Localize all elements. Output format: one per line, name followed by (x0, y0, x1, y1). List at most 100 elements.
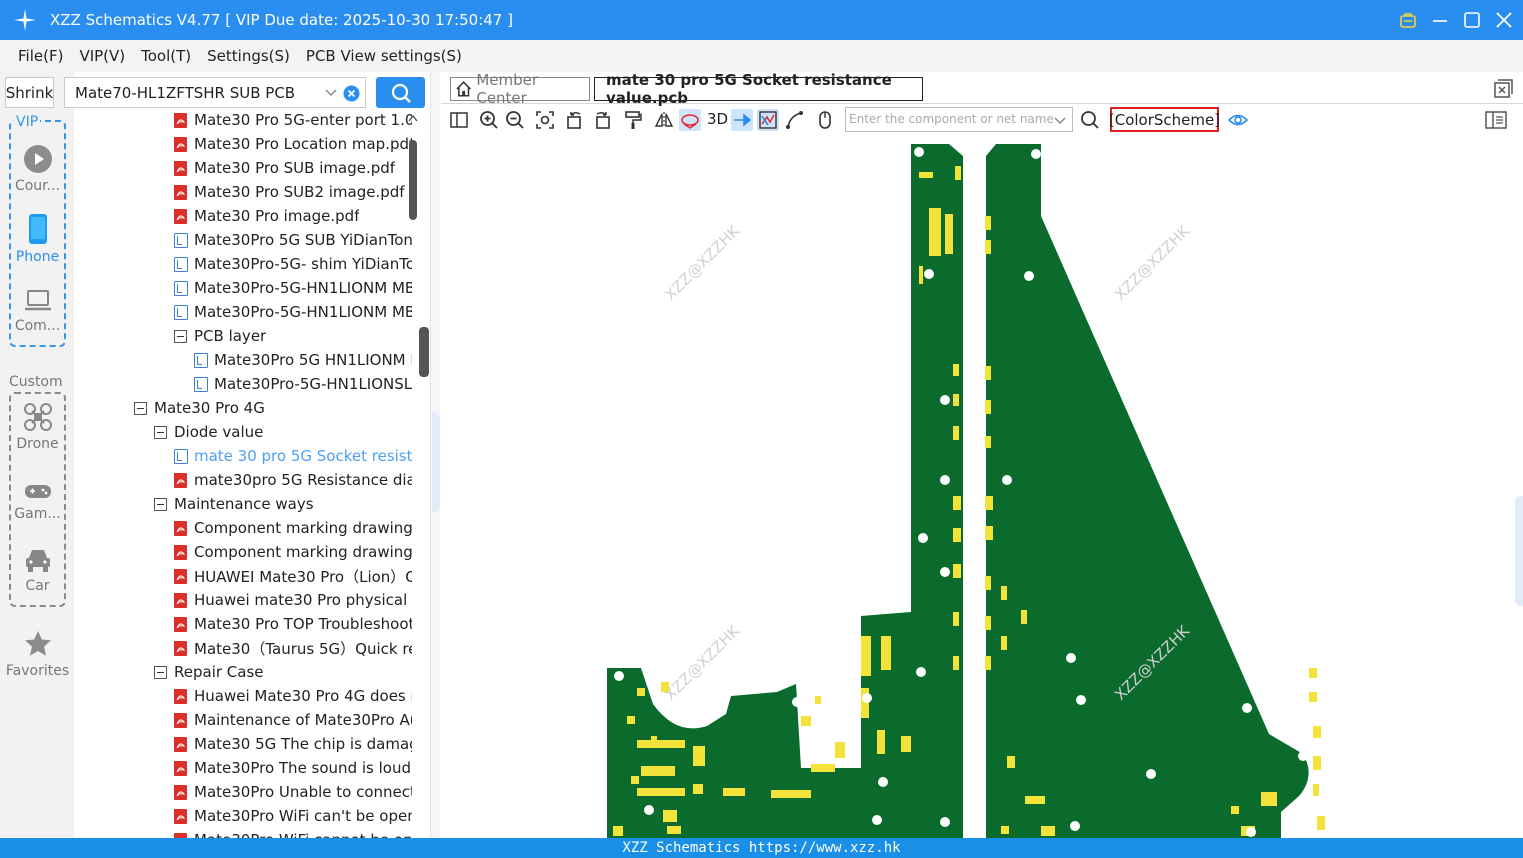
tree-item-label: Mate30（Taurus 5G）Quick rep (194, 639, 412, 658)
side-panel-icon[interactable] (1485, 109, 1507, 131)
menu-pcb-view-settings[interactable]: PCB View settings(S) (298, 47, 470, 65)
watermark: XZZ@XZZHK (1111, 221, 1194, 304)
component-search-icon[interactable] (1079, 109, 1101, 131)
net-view-icon[interactable] (757, 109, 779, 131)
zoom-out-icon[interactable] (504, 109, 526, 131)
fit-view-icon[interactable] (534, 109, 556, 131)
close-all-tabs-icon[interactable] (1493, 79, 1513, 99)
collapse-icon[interactable] (154, 497, 167, 511)
flip-board-icon[interactable] (679, 109, 701, 131)
chevron-down-icon[interactable] (323, 84, 339, 100)
menu-vip[interactable]: VIP(V) (71, 47, 133, 65)
tree-folder[interactable]: Maintenance ways (154, 492, 412, 516)
tree-file[interactable]: Mate30 Pro SUB2 image.pdf (174, 180, 412, 204)
pcb-canvas[interactable]: XZZ@XZZHK XZZ@XZZHK XZZ@XZZHK XZZ@XZZHK (441, 136, 1523, 838)
tree-file[interactable]: Maintenance of Mate30Pro Aut (174, 708, 412, 732)
tree-file[interactable]: Mate30Pro-5G-HN1LIONSLF (194, 372, 412, 396)
collapse-icon[interactable] (174, 329, 187, 343)
tree-file[interactable]: mate30pro 5G Resistance diagra (174, 468, 412, 492)
tree-file[interactable]: Mate30Pro WiFi cannot be ope (174, 828, 412, 838)
zoom-in-icon[interactable] (478, 109, 500, 131)
tree-folder[interactable]: PCB layer (174, 324, 412, 348)
mouse-mode-icon[interactable] (814, 109, 836, 131)
tree-file[interactable]: Mate30 Pro TOP Troubleshootin (174, 612, 412, 636)
tree-scrollbar-thumb[interactable] (409, 140, 417, 220)
tree-file[interactable]: Mate30 Pro SUB image.pdf (174, 156, 412, 180)
mounting-hole (1146, 769, 1156, 779)
sidebar-item-label: Cour... (14, 178, 61, 194)
tree-file[interactable]: HUAWEI Mate30 Pro（Lion）Qu (174, 564, 412, 588)
sidebar-item-phone[interactable]: Phone (9, 213, 66, 265)
tree-item-label: Maintenance of Mate30Pro Aut (194, 711, 412, 729)
sidebar-item-courses[interactable]: Cour... (9, 144, 66, 194)
right-panel-grip[interactable] (1515, 496, 1523, 606)
tree-file[interactable]: Mate30（Taurus 5G）Quick rep (174, 636, 412, 660)
tree-folder[interactable]: Diode value (154, 420, 412, 444)
model-search-box[interactable]: Mate70-HL1ZFTSHR SUB PCB (64, 77, 366, 108)
tree-file[interactable]: Mate30Pro The sound is loud a (174, 756, 412, 780)
close-button[interactable] (1495, 11, 1513, 29)
tree-file[interactable]: Mate30Pro-5G- shim YiDianTor (174, 252, 412, 276)
tree-file[interactable]: Component marking drawing_M (174, 540, 412, 564)
shrink-button[interactable]: Shrink (5, 77, 54, 108)
tree-file[interactable]: mate 30 pro 5G Socket resistanc (174, 444, 412, 468)
sidebar-item-games[interactable]: Gam... (9, 480, 66, 522)
tree-folder[interactable]: Repair Case (154, 660, 412, 684)
title-bar: XZZ Schematics V4.77 [ VIP Due date: 202… (0, 0, 1523, 40)
tree-file[interactable]: Mate30Pro Unable to connect t (174, 780, 412, 804)
tree-file[interactable]: Mate30 Pro 5G-enter port 1.0.pdf (174, 110, 412, 132)
split-view-icon[interactable] (448, 109, 470, 131)
eye-icon[interactable] (1227, 109, 1249, 131)
rotate-left-icon[interactable] (564, 109, 586, 131)
tree-file[interactable]: Component marking drawing_I (174, 516, 412, 540)
rotate-right-icon[interactable] (591, 109, 613, 131)
sidebar-item-car[interactable]: Car (9, 546, 66, 594)
tree-file[interactable]: Huawei Mate30 Pro 4G does no (174, 684, 412, 708)
search-button[interactable] (376, 77, 425, 108)
clear-icon[interactable] (343, 85, 360, 102)
menu-file[interactable]: File(F) (10, 47, 71, 65)
collapse-icon[interactable] (154, 425, 167, 439)
menu-tool[interactable]: Tool(T) (133, 47, 199, 65)
collapse-icon[interactable] (154, 665, 167, 679)
collapse-grip[interactable] (432, 412, 440, 512)
panel-splitter[interactable] (430, 72, 440, 838)
tree-file[interactable]: Mate30Pro 5G SUB YiDianTong (174, 228, 412, 252)
tree-scrollbar[interactable] (407, 110, 419, 838)
pad (1041, 826, 1055, 836)
vip-bag-icon[interactable] (1399, 11, 1417, 29)
tree-file[interactable]: Mate30 Pro image.pdf (174, 204, 412, 228)
pad (1007, 756, 1015, 768)
tree-file[interactable]: Mate30Pro WiFi can't be opene (174, 804, 412, 828)
tab-active-file[interactable]: mate 30 pro 5G Socket resistance value.p… (594, 71, 923, 107)
tree-file[interactable]: Mate30Pro-5G-HN1LIONM MB- (174, 300, 412, 324)
component-search-input[interactable]: Enter the component or net name (845, 107, 1073, 132)
sidebar-item-favorites[interactable]: Favorites (6, 629, 69, 679)
trace-tool-icon[interactable] (784, 109, 806, 131)
menu-settings[interactable]: Settings(S) (199, 47, 298, 65)
maximize-button[interactable] (1463, 11, 1481, 29)
paint-roller-icon[interactable] (622, 109, 644, 131)
sidebar-item-computer[interactable]: Com... (9, 288, 66, 334)
mirror-icon[interactable] (653, 109, 675, 131)
pcb-board-drawing[interactable]: XZZ@XZZHK XZZ@XZZHK XZZ@XZZHK XZZ@XZZHK (441, 136, 1523, 838)
tree-file[interactable]: Mate30Pro-5G-HN1LIONM MB (174, 276, 412, 300)
tree-folder[interactable]: Mate30 Pro 4G (134, 396, 412, 420)
pdf-file-icon (174, 568, 187, 584)
collapse-icon[interactable] (134, 401, 147, 415)
tree-file[interactable]: Huawei mate30 Pro physical sca (174, 588, 412, 612)
minimize-button[interactable] (1431, 11, 1449, 29)
mounting-hole (940, 567, 950, 577)
pin-highlight-icon[interactable] (731, 109, 753, 131)
tree-outer-scrollbar-thumb[interactable] (419, 327, 429, 377)
sidebar-item-drone[interactable]: Drone (9, 402, 66, 452)
3d-view-button[interactable]: 3D (707, 110, 728, 128)
tree-file[interactable]: Mate30 5G The chip is damaged (174, 732, 412, 756)
chevron-up-icon[interactable] (408, 114, 418, 122)
tree-file[interactable]: Mate30Pro 5G HN1LIONM P (194, 348, 412, 372)
tab-member-center[interactable]: Member Center (450, 71, 590, 107)
menu-bar: File(F) VIP(V) Tool(T) Settings(S) PCB V… (0, 40, 1523, 72)
tree-file[interactable]: Mate30 Pro Location map.pdf (174, 132, 412, 156)
chevron-down-icon[interactable] (1052, 112, 1068, 128)
color-scheme-button[interactable]: [ColorScheme] (1109, 107, 1220, 132)
